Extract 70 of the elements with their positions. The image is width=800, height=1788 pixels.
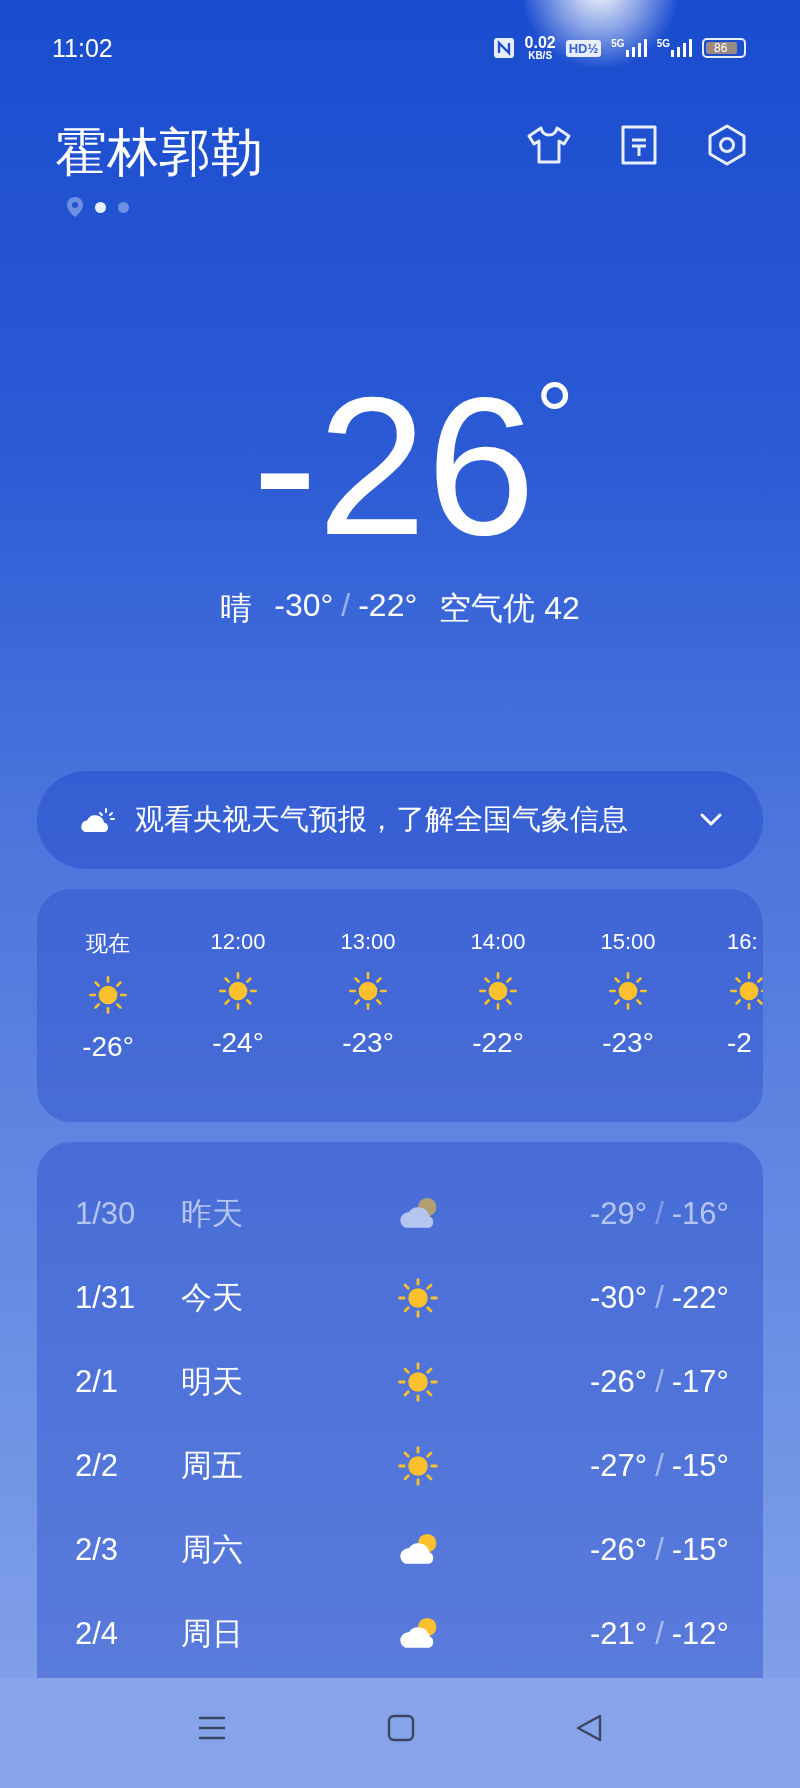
hour-temperature: -24° [212, 1027, 264, 1060]
separator: / [655, 1196, 664, 1233]
degree-symbol: ° [535, 369, 574, 466]
hour-label: 12:00 [210, 929, 266, 956]
low-temperature: -27° [589, 1448, 648, 1485]
low-temperature: -21° [589, 1616, 648, 1653]
high-temperature: -22° [358, 587, 418, 626]
forecast-banner[interactable]: 观看央视天气预报，了解全国气象信息 [37, 771, 763, 870]
separator: / [655, 1364, 664, 1401]
separator: / [341, 587, 351, 626]
date: 2/1 [75, 1364, 120, 1401]
hour-label: 14:00 [470, 929, 526, 956]
separator: / [655, 1532, 664, 1569]
day-name: 明天 [181, 1363, 244, 1402]
settings-icon[interactable] [706, 124, 748, 166]
low-temperature: -26° [589, 1532, 648, 1569]
separator: / [655, 1448, 664, 1485]
date: 1/31 [75, 1280, 137, 1317]
high-temperature: -12° [671, 1616, 729, 1653]
air-quality: 空气优 42 [439, 589, 580, 629]
hour-label: 16: [727, 929, 758, 956]
day-name: 今天 [181, 1279, 244, 1318]
separator: / [655, 1616, 664, 1653]
document-icon[interactable] [620, 124, 658, 166]
separator: / [655, 1280, 664, 1317]
date: 2/3 [75, 1532, 120, 1569]
low-temperature: -30° [274, 587, 334, 626]
high-temperature: -16° [671, 1196, 729, 1233]
nfc-icon [492, 37, 515, 59]
hd-badge: HD½ [565, 39, 602, 57]
hour-temperature: -26° [82, 1031, 134, 1064]
home-icon[interactable] [387, 1714, 415, 1742]
page-dot[interactable] [118, 201, 129, 213]
network-speed: 0.02 [524, 35, 556, 51]
high-temperature: -17° [671, 1364, 729, 1401]
battery-icon: 86 [702, 38, 746, 58]
weather-condition: 晴 [220, 589, 253, 629]
current-temperature: -26 [252, 369, 536, 566]
high-temperature: -15° [671, 1532, 729, 1569]
location-icon[interactable] [67, 197, 83, 218]
low-temperature: -29° [589, 1196, 648, 1233]
menu-icon[interactable] [197, 1715, 227, 1741]
city-name: 霍林郭勒 [55, 124, 263, 182]
day-name: 周六 [181, 1531, 244, 1570]
low-temperature: -30° [589, 1280, 648, 1317]
hour-label: 13:00 [340, 929, 396, 956]
date: 2/2 [75, 1448, 120, 1485]
shirt-icon[interactable] [526, 125, 572, 165]
hour-label: 15:00 [600, 929, 656, 956]
day-name: 昨天 [181, 1195, 244, 1234]
signal-icon [670, 38, 692, 58]
hour-temperature: -23° [342, 1027, 394, 1060]
high-temperature: -15° [671, 1448, 729, 1485]
hour-temperature: -23° [602, 1027, 654, 1060]
page-dot[interactable] [95, 201, 106, 213]
day-name: 周日 [181, 1615, 244, 1654]
date: 1/30 [75, 1196, 137, 1233]
speed-unit: KB/S [528, 51, 553, 61]
low-temperature: -26° [589, 1364, 648, 1401]
high-temperature: -22° [671, 1280, 729, 1317]
hour-label: 现在 [86, 930, 130, 959]
date: 2/4 [75, 1616, 120, 1653]
network-type: 5G [656, 38, 670, 49]
network-type: 5G [611, 38, 625, 49]
signal-icon [624, 38, 647, 58]
status-time: 11:02 [52, 33, 113, 63]
day-name: 周五 [181, 1447, 244, 1486]
back-icon[interactable] [575, 1714, 603, 1742]
hour-temperature: -22° [472, 1027, 524, 1060]
hour-temperature: -2 [727, 1027, 752, 1060]
